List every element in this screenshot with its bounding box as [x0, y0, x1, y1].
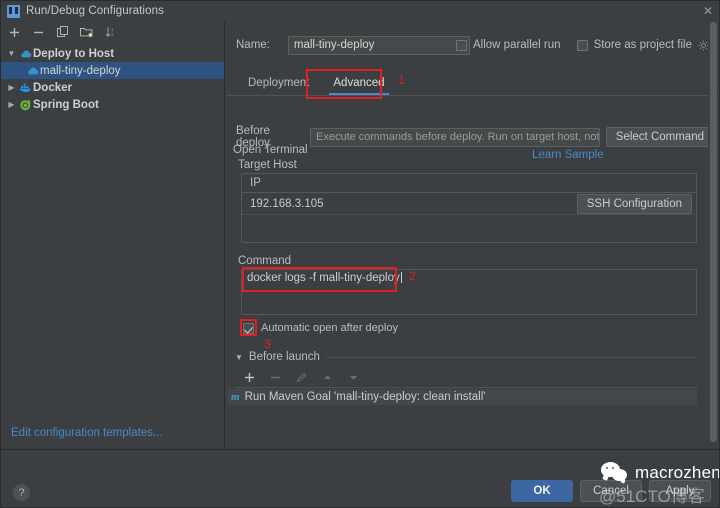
edit-configuration-templates-link[interactable]: Edit configuration templates... — [11, 427, 163, 439]
target-host-column-ip: IP — [242, 174, 696, 193]
docker-icon — [18, 82, 33, 93]
text-caret — [401, 272, 402, 283]
name-input[interactable]: mall-tiny-deploy — [288, 36, 470, 55]
table-row[interactable]: 192.168.3.105 SSH Configuration — [242, 193, 696, 215]
allow-parallel-run-label: Allow parallel run — [473, 39, 561, 51]
command-input[interactable]: docker logs -f mall-tiny-deploy — [241, 269, 697, 315]
window-title: Run/Debug Configurations — [26, 5, 164, 17]
run-debug-configurations-dialog: Run/Debug Configurations ✕ — [0, 0, 720, 508]
list-item[interactable]: m Run Maven Goal 'mall-tiny-deploy: clea… — [227, 389, 697, 405]
scrollbar-thumb[interactable] — [710, 22, 717, 442]
target-host-table: IP 192.168.3.105 SSH Configuration — [241, 173, 697, 243]
top-options: Allow parallel run Store as project file — [456, 34, 709, 56]
tree-item-deploy-to-host[interactable]: ▼ Deploy to Host — [1, 45, 224, 62]
before-launch-toolbar — [234, 368, 697, 388]
new-folder-button[interactable] — [79, 25, 94, 40]
tab-deployment[interactable]: Deployment — [236, 74, 321, 95]
tree-item-label: Spring Boot — [33, 99, 99, 111]
target-host-label: Target Host — [238, 159, 297, 171]
cloud-icon — [25, 66, 40, 76]
help-icon[interactable]: ? — [13, 484, 30, 501]
automatic-open-label: Automatic open after deploy — [261, 322, 398, 334]
cancel-button[interactable]: Cancel — [580, 480, 642, 502]
idea-logo-icon — [7, 5, 20, 18]
dialog-footer: ? OK Cancel Apply — [1, 449, 720, 508]
tabs-divider — [226, 95, 720, 96]
tree-item-label: mall-tiny-deploy — [40, 65, 121, 77]
tab-advanced[interactable]: Advanced — [321, 74, 396, 95]
open-terminal-label: Open Terminal — [233, 144, 308, 156]
footer-button-group: OK Cancel Apply — [511, 480, 711, 502]
configurations-tree: ▼ Deploy to Host mall-tiny-deploy ▶ — [1, 43, 224, 113]
before-deploy-row: Before deploy Execute commands before de… — [236, 125, 714, 149]
learn-sample-link[interactable]: Learn Sample — [532, 149, 604, 161]
store-as-project-file-checkbox[interactable] — [577, 40, 588, 51]
tree-item-label: Docker — [33, 82, 72, 94]
configurations-sidebar: 1 2 ▼ Deploy to Host — [1, 21, 225, 449]
cloud-icon — [18, 49, 33, 59]
chevron-right-icon[interactable]: ▶ — [5, 83, 18, 92]
apply-button[interactable]: Apply — [649, 480, 711, 502]
chevron-down-icon[interactable]: ▼ — [235, 353, 243, 362]
allow-parallel-run-checkbox[interactable] — [456, 40, 467, 51]
ok-button[interactable]: OK — [511, 480, 573, 502]
move-up-button[interactable] — [320, 370, 335, 385]
ssh-configuration-button[interactable]: SSH Configuration — [577, 194, 692, 214]
move-down-button[interactable] — [346, 370, 361, 385]
command-label: Command — [238, 255, 291, 267]
divider — [326, 357, 697, 358]
copy-configuration-button[interactable] — [55, 25, 70, 40]
title-bar: Run/Debug Configurations ✕ — [1, 1, 720, 21]
chevron-right-icon[interactable]: ▶ — [5, 100, 18, 109]
target-host-ip-value: 192.168.3.105 — [250, 198, 324, 210]
automatic-open-checkbox[interactable] — [243, 323, 254, 334]
store-as-project-file-label: Store as project file — [594, 39, 692, 51]
sort-configurations-button[interactable]: 1 2 — [103, 25, 118, 40]
allow-parallel-run-option[interactable]: Allow parallel run — [456, 39, 561, 51]
add-task-button[interactable] — [242, 370, 257, 385]
tree-item-mall-tiny-deploy[interactable]: mall-tiny-deploy — [1, 62, 224, 79]
before-deploy-input[interactable]: Execute commands before deploy. Run on t… — [310, 128, 600, 147]
tree-item-docker[interactable]: ▶ Docker — [1, 79, 224, 96]
before-launch-task-label: Run Maven Goal 'mall-tiny-deploy: clean … — [245, 391, 486, 403]
edit-task-button[interactable] — [294, 370, 309, 385]
before-launch-title: Before launch — [249, 351, 320, 363]
vertical-scrollbar[interactable] — [708, 22, 718, 448]
chevron-down-icon[interactable]: ▼ — [5, 49, 18, 58]
tree-item-spring-boot[interactable]: ▶ Spring Boot — [1, 96, 224, 113]
name-label: Name: — [236, 39, 270, 51]
remove-configuration-button[interactable] — [31, 25, 46, 40]
add-configuration-button[interactable] — [7, 25, 22, 40]
editor-tabs: Deployment Advanced — [236, 69, 397, 95]
sidebar-toolbar: 1 2 — [1, 21, 224, 43]
svg-text:2: 2 — [111, 32, 114, 37]
store-as-project-file-option[interactable]: Store as project file — [577, 39, 709, 51]
before-launch-header: ▼ Before launch — [235, 351, 697, 363]
automatic-open-option[interactable]: Automatic open after deploy — [243, 322, 398, 334]
maven-icon: m — [231, 391, 240, 403]
close-icon[interactable]: ✕ — [699, 3, 717, 19]
remove-task-button[interactable] — [268, 370, 283, 385]
tree-item-label: Deploy to Host — [33, 48, 114, 60]
spring-icon — [18, 99, 33, 111]
command-value: docker logs -f mall-tiny-deploy — [247, 272, 400, 284]
select-command-button[interactable]: Select Command — [606, 127, 714, 147]
